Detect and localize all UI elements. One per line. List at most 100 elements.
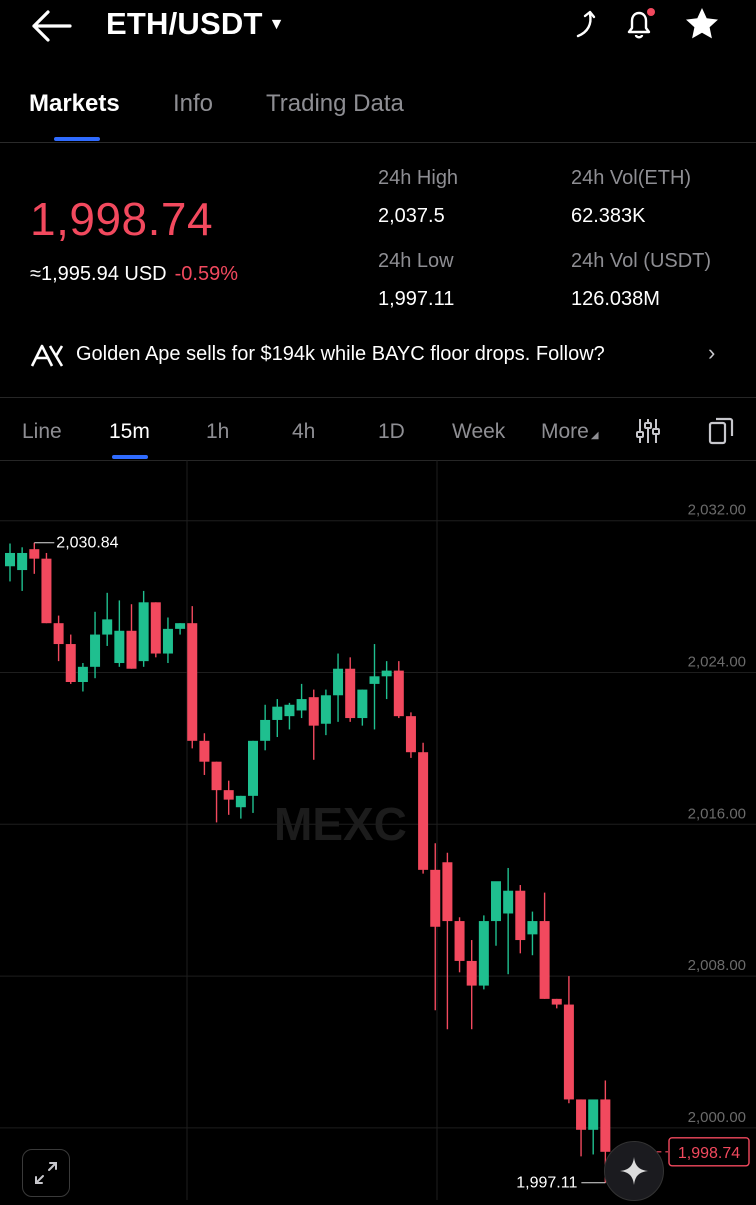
candle-body [41, 558, 52, 624]
usd-price: ≈1,995.94 USD [30, 263, 167, 285]
candle-body [588, 1099, 599, 1130]
sparkle-icon [620, 1157, 648, 1185]
candle-body [235, 795, 246, 808]
candle-body [17, 552, 28, 571]
candle-body [223, 790, 234, 800]
interval-1h[interactable]: 1h [206, 420, 229, 444]
y-tick-label: 2,008.00 [688, 957, 746, 974]
pair-selector[interactable]: ETH/USDT ▼ [106, 6, 285, 42]
low-label: 24h Low [378, 250, 454, 272]
interval-line[interactable]: Line [22, 420, 62, 444]
y-tick-label: 2,032.00 [688, 502, 746, 519]
candle-body [5, 552, 15, 567]
candle-body [345, 668, 356, 719]
chart-watermark: MEXC [274, 798, 407, 850]
active-tab-indicator [54, 137, 100, 141]
candle-body [114, 630, 125, 664]
tab-trading-data[interactable]: Trading Data [266, 90, 404, 118]
indicator-settings-icon[interactable] [633, 416, 663, 446]
candle-body [430, 869, 441, 927]
share-icon[interactable] [566, 4, 606, 44]
candle-body [320, 695, 331, 724]
candle-body [478, 921, 489, 986]
candle-body [539, 921, 550, 999]
high-marker-label: 2,030.84 [56, 535, 118, 552]
interval-week[interactable]: Week [452, 420, 505, 444]
top-bar: ETH/USDT ▼ [0, 0, 756, 62]
interval-bar: Line 15m 1h 4h 1D Week More ◢ [0, 397, 756, 461]
last-price: 1,998.74 [30, 193, 214, 245]
candles [5, 542, 611, 1183]
y-tick-label: 2,016.00 [688, 805, 746, 822]
candle-body [576, 1099, 587, 1130]
candle-body [551, 998, 562, 1005]
ai-assistant-button[interactable] [604, 1141, 664, 1201]
candle-body [369, 676, 380, 684]
candle-body [381, 670, 392, 677]
candle-body [260, 719, 271, 741]
candle-body [527, 921, 538, 935]
ai-logo-icon [30, 342, 64, 373]
vol-usdt-value: 126.038M [571, 288, 660, 310]
candle-body [563, 1004, 574, 1100]
y-tick-label: 2,000.00 [688, 1109, 746, 1126]
news-headline: Golden Ape sells for $194k while BAYC fl… [76, 343, 605, 365]
candle-body [308, 697, 319, 726]
star-icon[interactable] [682, 4, 722, 44]
pair-title: ETH/USDT [106, 6, 263, 41]
interval-15m[interactable]: 15m [109, 420, 150, 444]
tab-info[interactable]: Info [173, 90, 213, 118]
expand-chart-button[interactable] [22, 1149, 70, 1197]
candle-body [199, 740, 210, 762]
candle-body [454, 921, 465, 961]
candle-body [150, 602, 161, 654]
chevron-right-icon: › [708, 340, 716, 365]
change-percent: -0.59% [174, 263, 238, 285]
candle-body [491, 881, 501, 922]
candle-body [65, 644, 76, 682]
y-tick-label: 2,024.00 [688, 654, 746, 671]
candle-body [442, 862, 453, 922]
candle-body [405, 716, 416, 753]
candle-body [503, 890, 514, 914]
candle-body [90, 634, 101, 667]
back-arrow-icon[interactable] [30, 8, 74, 44]
tab-markets[interactable]: Markets [29, 90, 120, 118]
candle-body [515, 890, 526, 941]
low-value: 1,997.11 [378, 288, 455, 310]
interval-more-label: More [541, 420, 589, 443]
last-price-label: 1,998.74 [678, 1145, 740, 1162]
caret-down-icon: ▼ [268, 16, 285, 33]
bell-icon[interactable] [619, 4, 659, 44]
more-caret-icon: ◢ [590, 430, 599, 441]
interval-4h[interactable]: 4h [292, 420, 315, 444]
candle-body [333, 668, 344, 696]
candle-body [272, 706, 283, 720]
candle-body [138, 602, 149, 662]
interval-more[interactable]: More ◢ [541, 420, 599, 444]
candle-body [466, 960, 477, 986]
candle-body [162, 628, 173, 654]
vol-eth-label: 24h Vol(ETH) [571, 167, 692, 189]
candle-body [175, 623, 186, 629]
usd-price-line: ≈1,995.94 USD -0.59% [30, 263, 238, 286]
candle-body [418, 752, 429, 870]
candlestick-chart[interactable]: 2,032.00 2,024.00 2,016.00 2,008.00 2,000.00… [0, 460, 756, 1200]
news-banner[interactable]: Golden Ape sells for $194k while BAYC fl… [0, 330, 756, 382]
candle-body [29, 549, 40, 559]
low-marker-label: 1,997.11 [516, 1175, 577, 1192]
candle-body [77, 666, 88, 682]
tab-bar: Markets Info Trading Data [0, 70, 756, 143]
candle-body [393, 670, 404, 717]
candle-body [187, 623, 198, 741]
candle-body [126, 630, 137, 669]
candle-body [53, 623, 64, 645]
candle-body [248, 740, 258, 796]
candle-body [284, 704, 295, 717]
copy-layout-icon[interactable] [706, 416, 736, 446]
interval-1d[interactable]: 1D [378, 420, 405, 444]
high-value: 2,037.5 [378, 205, 445, 227]
candle-body [102, 619, 113, 635]
vol-usdt-label: 24h Vol (USDT) [571, 250, 712, 272]
candle-body [296, 699, 307, 711]
